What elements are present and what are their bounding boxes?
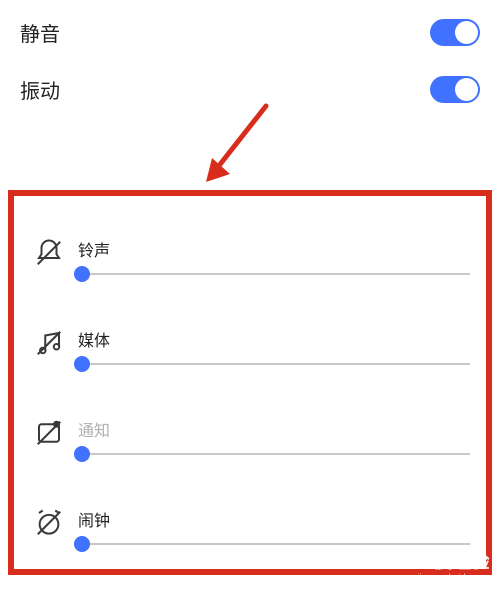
notify-row: 通知	[34, 388, 470, 478]
mute-switch[interactable]	[430, 19, 480, 46]
notify-off-icon	[34, 418, 64, 448]
notify-label: 通知	[78, 417, 470, 441]
media-row: 媒体	[34, 298, 470, 388]
notify-thumb[interactable]	[74, 446, 90, 462]
ringtone-row: 铃声	[34, 208, 470, 298]
vibrate-label: 振动	[20, 75, 60, 104]
vibrate-switch[interactable]	[430, 76, 480, 103]
media-slider[interactable]	[78, 363, 470, 365]
music-off-icon	[34, 328, 64, 358]
highlight-box: 铃声 媒体	[8, 190, 492, 575]
ringtone-thumb[interactable]	[74, 266, 90, 282]
media-thumb[interactable]	[74, 356, 90, 372]
toggle-section: 静音 振动	[0, 0, 500, 128]
mute-label: 静音	[20, 18, 60, 47]
ringtone-label: 铃声	[78, 237, 470, 261]
alarm-off-icon	[34, 508, 64, 538]
alarm-thumb[interactable]	[74, 536, 90, 552]
alarm-row: 闹钟	[34, 478, 470, 568]
notify-slider[interactable]	[78, 453, 470, 455]
mute-row: 静音	[0, 4, 500, 61]
ringtone-slider[interactable]	[78, 273, 470, 275]
bell-off-icon	[34, 238, 64, 268]
media-label: 媒体	[78, 327, 470, 351]
alarm-label: 闹钟	[78, 507, 470, 531]
alarm-slider[interactable]	[78, 543, 470, 545]
vibrate-row: 振动	[0, 61, 500, 118]
sliders-group: 铃声 媒体	[34, 208, 470, 568]
